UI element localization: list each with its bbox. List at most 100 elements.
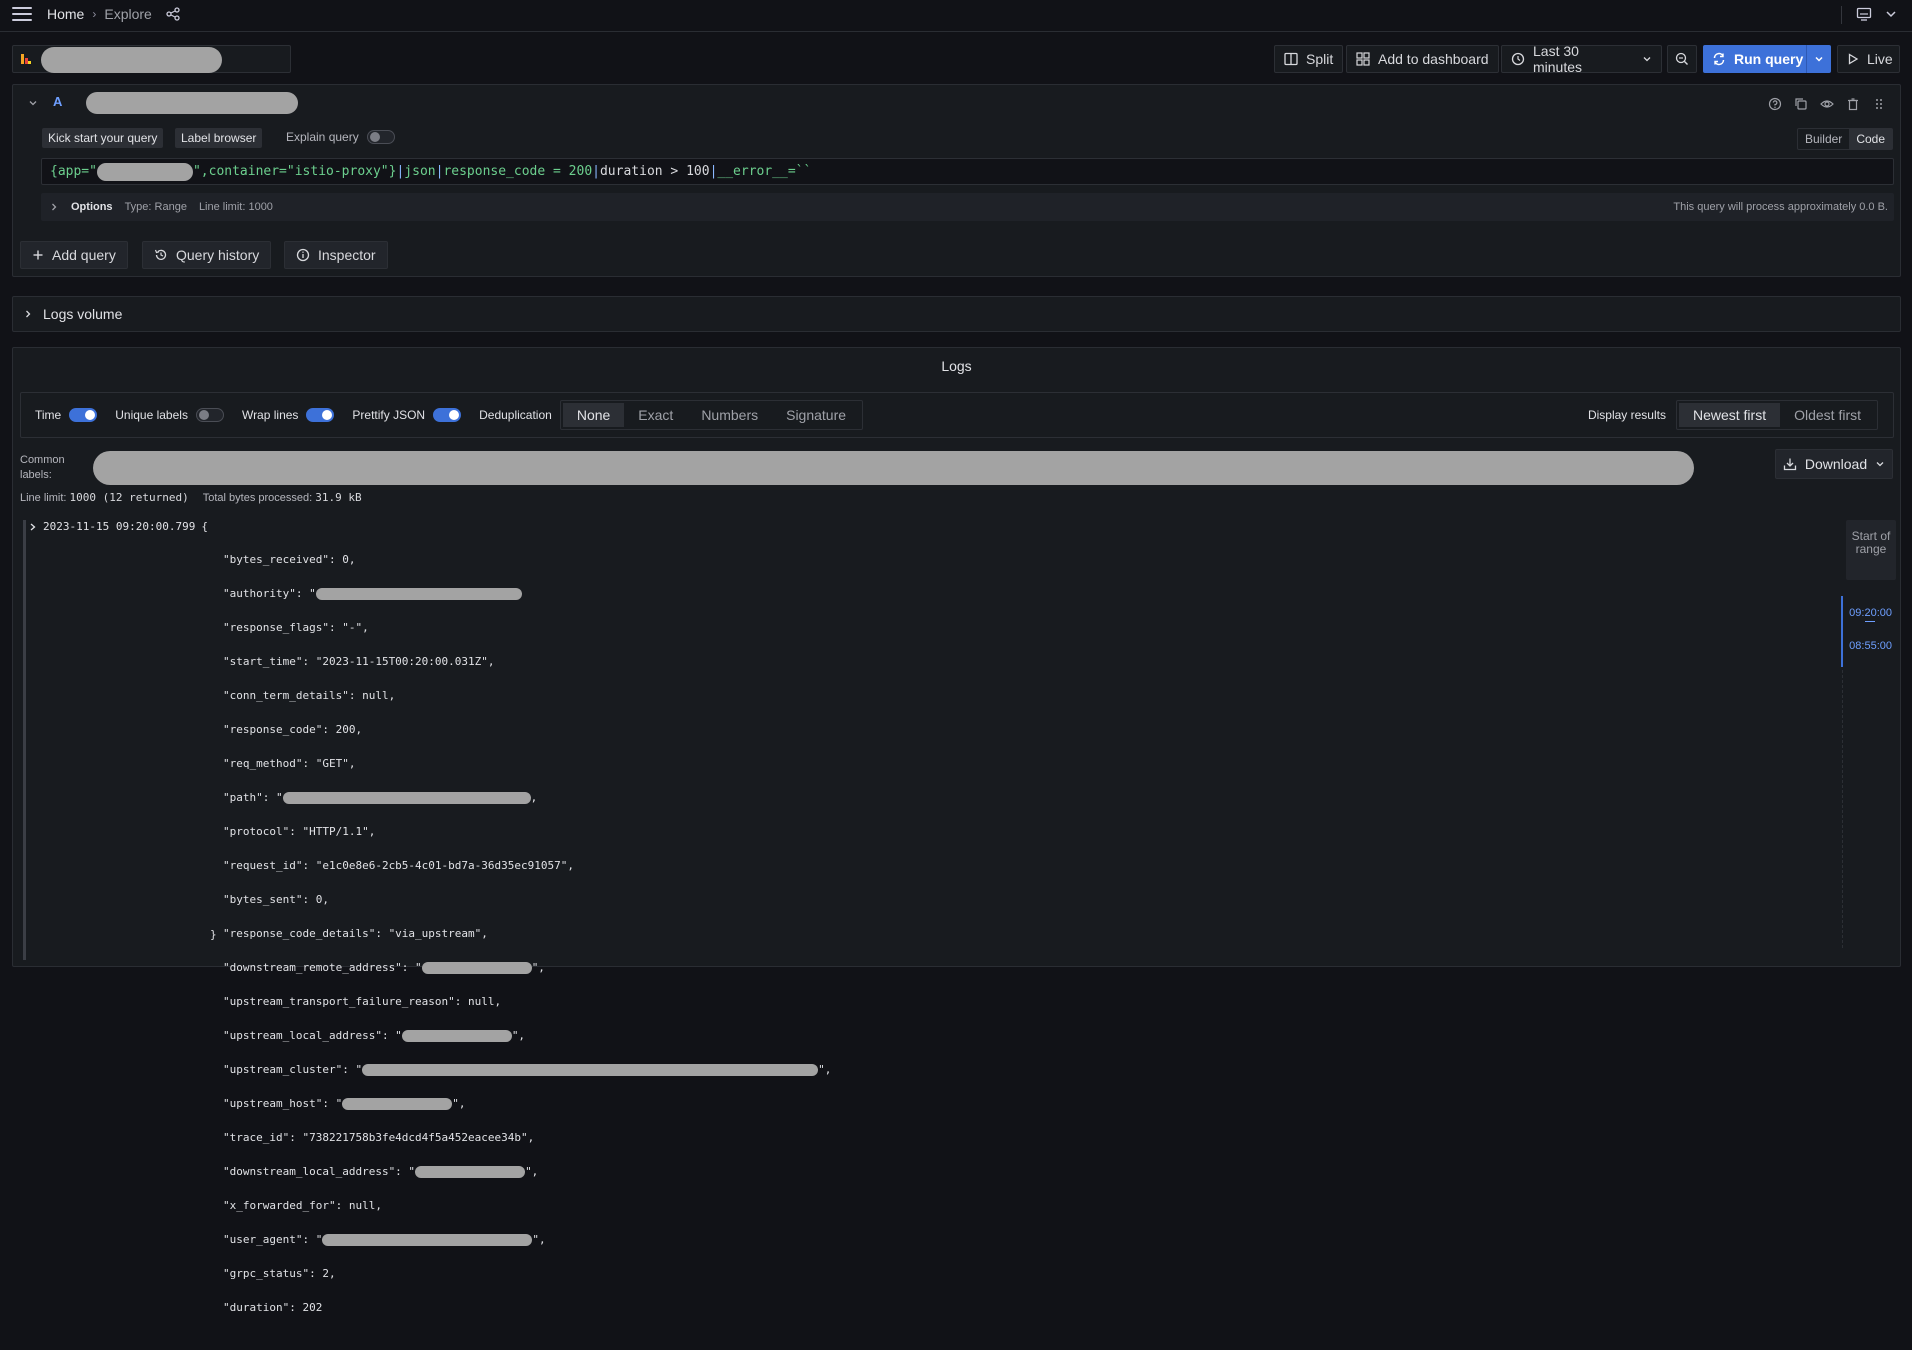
range-end-time: 08:55:00 [1849,640,1892,652]
display-results-group: Display results Newest first Oldest firs… [1588,400,1878,430]
total-bytes-label: Total bytes processed: [202,492,313,504]
dedup-numbers[interactable]: Numbers [687,403,772,427]
redacted-value [415,1166,526,1178]
range-track [1842,670,1843,948]
label-browser-button[interactable]: Label browser [175,128,263,148]
share-icon[interactable] [166,7,180,21]
chevron-right-icon [52,203,57,211]
log-json-body: "bytes_received": 0, "authority": " "res… [223,534,831,1350]
menu-icon[interactable] [12,7,32,23]
deduplication-group: Deduplication [479,408,552,422]
time-range-picker[interactable]: Last 30 minutes [1501,43,1662,75]
json-line: "upstream_transport_failure_reason": nul… [223,995,502,1008]
kick-start-button[interactable]: Kick start your query [42,128,164,148]
deduplication-options: None Exact Numbers Signature [559,400,864,430]
live-button[interactable]: Live [1837,45,1900,73]
history-icon [154,249,167,260]
inspector-button[interactable]: Inspector [284,241,388,269]
mode-code[interactable]: Code [1849,129,1892,149]
wrap-lines-toggle[interactable] [306,408,335,422]
sort-order-options: Newest first Oldest first [1675,400,1878,430]
expr-pipe: | [435,164,444,179]
query-options[interactable]: Options Type: Range Line limit: 1000 Thi… [41,193,1894,221]
chevron-down-icon[interactable] [27,97,39,109]
run-query-button[interactable]: Run query [1703,45,1831,73]
live-label: Live [1867,51,1893,67]
zoom-out-button[interactable] [1667,45,1697,73]
play-icon [1848,53,1859,65]
add-query-button[interactable]: Add query [20,241,128,269]
wrap-lines-toggle-group: Wrap lines [242,408,335,422]
eye-icon[interactable] [1820,97,1834,111]
start-of-range-button[interactable]: Start of range [1846,520,1896,580]
info-circle-icon [296,248,310,262]
add-to-dashboard-button[interactable]: Add to dashboard [1346,45,1499,73]
unique-labels-toggle[interactable] [195,408,224,422]
dedup-exact[interactable]: Exact [624,403,687,427]
time-label: Time [35,408,62,422]
json-key: "upstream_local_address": " [223,1029,402,1042]
time-toggle[interactable] [69,408,98,422]
json-line: "upstream_local_address": " ", [223,1029,526,1042]
unique-labels-label: Unique labels [115,408,188,422]
mode-builder[interactable]: Builder [1798,129,1849,149]
expr-prefix: {app=" [50,164,97,179]
split-button[interactable]: Split [1274,45,1344,73]
dedup-signature[interactable]: Signature [772,403,860,427]
tv-mode-icon[interactable] [1856,6,1872,22]
json-line: "authority": " [223,585,831,602]
logs-volume-panel[interactable]: Logs volume [12,296,1901,332]
common-labels-line1: Common [20,454,65,466]
json-line: "bytes_sent": 0, [223,893,329,906]
json-open-brace: { [201,520,208,533]
breadcrumb-home[interactable]: Home [47,6,84,22]
start-of-range-label: Start of range [1851,529,1891,556]
json-key: "downstream_local_address": " [223,1165,416,1178]
json-line: "response_flags": "-", [223,621,369,634]
time-range-label: Last 30 minutes [1533,43,1583,75]
json-line: "upstream_host": " ", [223,1097,466,1110]
json-key: "downstream_remote_address": " [223,961,422,974]
run-query-dropdown[interactable] [1807,54,1831,64]
add-query-label: Add query [52,247,116,263]
copy-icon[interactable] [1794,97,1808,111]
explain-query-toggle[interactable] [366,130,395,144]
json-line: "protocol": "HTTP/1.1", [223,825,376,838]
redacted-common-labels [93,451,1694,485]
download-button[interactable]: Download [1775,449,1893,479]
json-key: "upstream_cluster": " [223,1063,363,1076]
redacted-value [362,1064,819,1076]
trash-icon[interactable] [1846,97,1860,111]
expr-error-filter: __error__=`` [717,164,812,179]
top-nav: Home › Explore [0,0,1912,32]
process-note: This query will process approximately 0.… [1673,201,1888,213]
query-history-button[interactable]: Query history [142,241,272,269]
query-code-editor[interactable]: {app=" ",container="istio-proxy"} | json … [41,158,1894,185]
datasource-picker[interactable] [12,45,291,73]
sync-icon [1713,52,1725,66]
apps-icon [1356,52,1370,66]
help-icon[interactable] [1768,97,1782,111]
prettify-json-toggle[interactable] [433,408,462,422]
dedup-none[interactable]: None [562,403,625,427]
query-letter: A [53,94,63,109]
oldest-first-option[interactable]: Oldest first [1780,403,1875,427]
plus-icon [33,250,43,260]
drag-handle-icon[interactable] [1872,97,1886,111]
logs-controls: Time Unique labels Wrap lines Prettify J… [20,392,1894,438]
expr-pipe: | [592,164,600,179]
redacted-value [421,962,532,974]
log-timestamp: 2023-11-15 09:20:00.799 [43,520,196,533]
json-line: "response_code_details": "via_upstream", [223,927,488,940]
line-limit-label: Line limit: [20,492,67,504]
newest-first-option[interactable]: Newest first [1678,403,1781,427]
chevron-right-icon[interactable] [29,522,37,532]
json-line: "downstream_local_address": " ", [223,1165,539,1178]
redacted-value [282,792,531,804]
chevron-right-icon [26,310,31,318]
chevron-down-icon[interactable] [1884,7,1898,21]
range-start-time: 09:20:00 [1849,607,1892,619]
total-bytes-value: 31.9 kB [315,491,362,504]
download-label: Download [1804,456,1868,472]
time-toggle-group: Time [35,408,98,422]
